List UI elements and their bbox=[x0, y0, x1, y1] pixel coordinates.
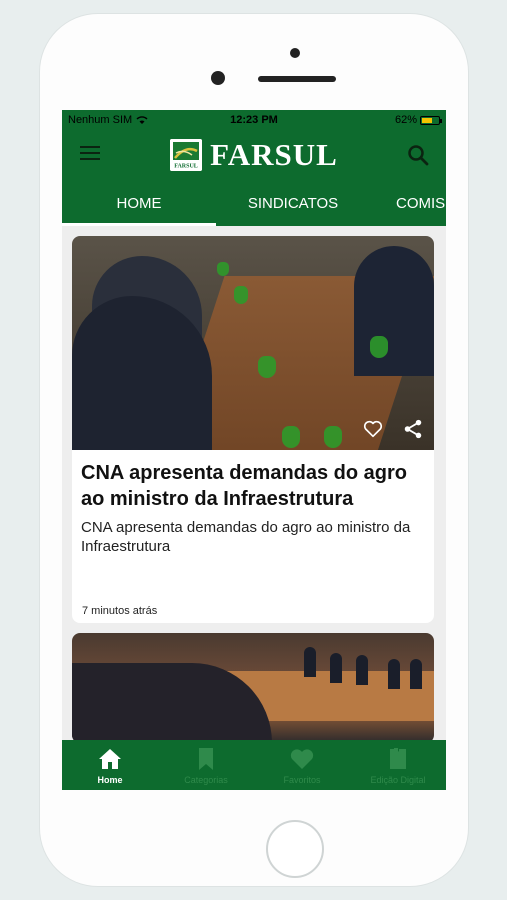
photo-glass bbox=[282, 426, 300, 448]
logo-emblem-icon: FARSUL bbox=[170, 139, 203, 171]
nav-categorias[interactable]: Categorias bbox=[158, 740, 254, 790]
search-button[interactable] bbox=[406, 143, 430, 167]
photo-figure bbox=[304, 647, 316, 677]
photo-glass bbox=[234, 286, 248, 304]
heart-icon bbox=[290, 748, 314, 769]
earpiece-speaker bbox=[258, 76, 336, 82]
nav-label: Edição Digital bbox=[370, 774, 426, 785]
hamburger-line bbox=[80, 158, 100, 160]
card-actions bbox=[362, 418, 424, 440]
article-summary: CNA apresenta demandas do agro ao minist… bbox=[81, 519, 411, 555]
nav-label: Home bbox=[97, 774, 123, 785]
status-bar: Nenhum SIM 12:23 PM 62% bbox=[62, 110, 446, 130]
search-icon bbox=[408, 145, 429, 166]
camera-dot bbox=[290, 48, 300, 58]
news-card[interactable]: CNA apresenta demandas do agro ao minist… bbox=[72, 236, 434, 623]
status-time: 12:23 PM bbox=[230, 114, 278, 126]
photo-glass bbox=[370, 336, 388, 358]
photo-figure bbox=[356, 655, 368, 685]
photo-figure bbox=[410, 659, 422, 689]
tab-label: HOME bbox=[116, 194, 162, 212]
photo-glass bbox=[324, 426, 342, 448]
brand-title: FARSUL bbox=[210, 137, 338, 172]
photo-figure bbox=[354, 246, 434, 376]
app-screen: Nenhum SIM 12:23 PM 62% FARSUL FARSUL HO… bbox=[62, 110, 446, 790]
nav-label: Favoritos bbox=[283, 774, 321, 785]
nav-home[interactable]: Home bbox=[62, 740, 158, 790]
home-icon bbox=[99, 748, 121, 769]
tab-label: SINDICATOS bbox=[247, 194, 339, 212]
app-bar: FARSUL FARSUL bbox=[62, 130, 446, 180]
photo-figure bbox=[388, 659, 400, 689]
bottom-navigation: Home Categorias Favoritos Edição Digital bbox=[62, 740, 446, 790]
tab-comissoes[interactable]: COMIS bbox=[370, 180, 446, 226]
home-button[interactable] bbox=[266, 820, 324, 878]
tab-label: COMIS bbox=[396, 194, 446, 212]
hamburger-line bbox=[80, 152, 100, 154]
logo-badge-text: FARSUL bbox=[174, 164, 198, 170]
share-icon[interactable] bbox=[402, 418, 424, 440]
front-camera bbox=[211, 71, 225, 85]
nav-edicao-digital[interactable]: Edição Digital bbox=[350, 740, 446, 790]
favorite-heart-icon[interactable] bbox=[362, 418, 384, 440]
menu-button[interactable] bbox=[80, 146, 100, 164]
nav-label: Categorias bbox=[184, 774, 228, 785]
tab-sindicatos[interactable]: SINDICATOS bbox=[216, 180, 370, 226]
farsul-logo: FARSUL FARSUL bbox=[170, 137, 338, 173]
news-photo bbox=[72, 236, 434, 450]
news-photo bbox=[72, 633, 434, 743]
book-icon bbox=[390, 747, 406, 769]
photo-figure bbox=[330, 653, 342, 683]
article-timestamp: 7 minutos atrás bbox=[82, 605, 158, 617]
bookmark-icon bbox=[199, 747, 213, 770]
hamburger-line bbox=[80, 146, 100, 148]
news-card[interactable] bbox=[72, 633, 434, 743]
battery-icon bbox=[420, 115, 442, 125]
photo-glass bbox=[217, 262, 229, 276]
category-tabs: HOME SINDICATOS COMIS bbox=[62, 180, 446, 226]
photo-glass bbox=[258, 356, 276, 378]
nav-favoritos[interactable]: Favoritos bbox=[254, 740, 350, 790]
article-title: CNA apresenta demandas do agro ao minist… bbox=[81, 462, 408, 510]
tab-home[interactable]: HOME bbox=[62, 180, 216, 226]
